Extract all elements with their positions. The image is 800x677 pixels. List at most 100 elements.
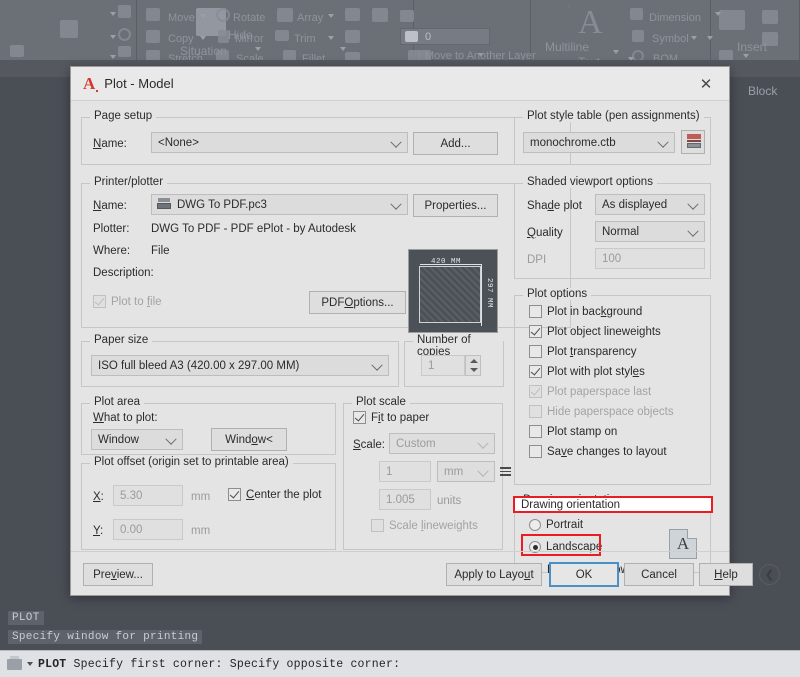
plot-option-label: Plot paperspace last	[547, 386, 651, 398]
scale-lineweights-checkbox[interactable]: Scale lineweights	[371, 519, 478, 532]
offset-y-unit: mm	[191, 525, 210, 537]
copies-spinner[interactable]	[465, 355, 481, 376]
offset-x-input[interactable]: 5.30	[113, 485, 183, 506]
scale-combo[interactable]: Custom	[389, 433, 495, 454]
chevron-down-icon	[715, 12, 721, 16]
ribbon-icon-generic	[118, 46, 131, 57]
checkbox-box	[529, 365, 542, 378]
center-the-plot-label: Center the plot	[246, 489, 321, 501]
help-button[interactable]: Help	[699, 563, 753, 586]
plot-option-label: Plot in background	[547, 306, 642, 318]
quality-value: Normal	[602, 226, 639, 238]
preview-button[interactable]: Preview...	[83, 563, 153, 586]
plot-option-plot-object-lineweights[interactable]: Plot object lineweights	[529, 325, 661, 338]
add-page-setup-button[interactable]: Add...	[413, 132, 498, 155]
command-line-area: PLOT Specify window for printing PLOT Sp…	[0, 605, 800, 677]
printer-properties-button[interactable]: Properties...	[413, 194, 498, 217]
ribbon-icon-generic	[60, 20, 78, 38]
plot-option-hide-paperspace-objects[interactable]: Hide paperspace objects	[529, 405, 674, 418]
ribbon-icon-stretch	[146, 50, 160, 60]
offset-x-unit: mm	[191, 491, 210, 503]
spinner-up-icon	[470, 359, 478, 363]
checkbox-box	[529, 325, 542, 338]
plot-option-save-changes-to-layout[interactable]: Save changes to layout	[529, 445, 667, 458]
description-label: Description:	[93, 267, 154, 279]
ribbon-icon-array	[277, 8, 293, 22]
plot-option-plot-in-background[interactable]: Plot in background	[529, 305, 642, 318]
radio-ring	[529, 519, 541, 531]
quality-combo[interactable]: Normal	[595, 221, 705, 242]
chevron-down-icon	[328, 36, 334, 40]
where-label: Where:	[93, 245, 130, 257]
ribbon-icon-insert	[719, 10, 745, 30]
copies-input[interactable]: 1	[421, 355, 465, 376]
pdf-options-button[interactable]: PDF Options...	[309, 291, 406, 314]
chevron-down-icon	[691, 36, 697, 40]
command-history: PLOT Specify window for printing	[0, 605, 800, 650]
plot-style-combo[interactable]: monochrome.ctb	[523, 132, 675, 153]
paper-size-combo[interactable]: ISO full bleed A3 (420.00 x 297.00 MM)	[91, 355, 389, 376]
what-to-plot-combo[interactable]: Window	[91, 429, 183, 450]
scale-numerator-input[interactable]: 1	[379, 461, 431, 482]
paper-dim-line-vertical	[481, 264, 482, 326]
printer-name-value: DWG To PDF.pc3	[177, 199, 267, 211]
plot-icon	[7, 659, 22, 670]
scale-menu-icon[interactable]	[500, 467, 511, 476]
ribbon-toolbar: A 0 Hide Situation Move Rotate Array Cop…	[0, 0, 800, 60]
ribbon-label-dimension: Dimension	[649, 12, 701, 24]
checkbox-box	[228, 488, 241, 501]
plot-area-title: Plot area	[90, 396, 144, 408]
scale-denominator-input[interactable]: 1.005	[379, 489, 431, 510]
plot-option-plot-with-plot-styles[interactable]: Plot with plot styles	[529, 365, 645, 378]
orientation-portrait-radio[interactable]: Portrait	[529, 519, 583, 531]
page-setup-name-combo[interactable]: <None>	[151, 132, 408, 153]
plot-to-file-label: Plot to file	[111, 296, 162, 308]
fit-to-paper-checkbox[interactable]: Fit to paper	[353, 411, 429, 424]
ribbon-icon-generic	[345, 52, 360, 60]
shade-plot-label: Shade plot	[527, 200, 582, 212]
ok-button[interactable]: OK	[549, 562, 619, 587]
chevron-down-icon	[255, 47, 261, 51]
plot-option-plot-stamp-on[interactable]: Plot stamp on	[529, 425, 617, 438]
cancel-button[interactable]: Cancel	[624, 563, 694, 586]
chevron-down-icon[interactable]	[27, 662, 33, 666]
checkbox-box	[371, 519, 384, 532]
checkbox-box	[529, 445, 542, 458]
command-prompt-message: Specify first corner: Specify opposite c…	[74, 658, 401, 671]
scale-unit-value: mm	[444, 466, 463, 478]
dialog-footer: Preview... Apply to Layout OK Cancel Hel…	[71, 551, 729, 595]
checkbox-box	[93, 295, 106, 308]
scale-lineweights-label: Scale lineweights	[389, 520, 478, 532]
plot-option-label: Plot stamp on	[547, 426, 617, 438]
apply-to-layout-button[interactable]: Apply to Layout	[446, 563, 542, 586]
scale-unit-combo[interactable]: mm	[437, 461, 495, 482]
printer-name-combo[interactable]: DWG To PDF.pc3	[151, 194, 408, 215]
command-input-bar[interactable]: PLOT Specify first corner: Specify oppos…	[0, 650, 800, 677]
collapse-icon[interactable]: ❮	[759, 564, 780, 585]
offset-y-input[interactable]: 0.00	[113, 519, 183, 540]
ribbon-icon-layers	[372, 8, 388, 22]
shade-plot-combo[interactable]: As displayed	[595, 194, 705, 215]
ribbon-icon-layer-state	[400, 10, 414, 22]
ribbon-icon-refresh	[118, 28, 131, 41]
paper-size-value: ISO full bleed A3 (420.00 x 297.00 MM)	[98, 360, 299, 372]
ribbon-label-trim: Trim	[294, 33, 316, 45]
ribbon-icon-move	[146, 8, 160, 21]
dpi-input[interactable]: 100	[595, 248, 705, 269]
close-icon[interactable]: ✕	[689, 70, 723, 98]
checkbox-box	[529, 405, 542, 418]
what-to-plot-value: Window	[98, 434, 139, 446]
plot-option-plot-transparency[interactable]: Plot transparency	[529, 345, 637, 358]
plotter-value: DWG To PDF - PDF ePlot - by Autodesk	[151, 223, 356, 235]
plot-to-file-checkbox[interactable]: Plot to file	[93, 295, 162, 308]
center-the-plot-checkbox[interactable]: Center the plot	[228, 488, 321, 501]
window-button[interactable]: Window<	[211, 428, 287, 451]
chevron-down-icon	[743, 54, 749, 58]
printer-plotter-title: Printer/plotter	[90, 176, 167, 188]
page-setup-name-value: <None>	[158, 137, 199, 149]
edit-plot-style-table-button[interactable]	[681, 130, 705, 154]
ribbon-label-scale: Scale	[236, 53, 264, 60]
plot-option-plot-paperspace-last[interactable]: Plot paperspace last	[529, 385, 651, 398]
ribbon-label-array: Array	[297, 12, 323, 24]
orientation-portrait-label: Portrait	[546, 519, 583, 531]
